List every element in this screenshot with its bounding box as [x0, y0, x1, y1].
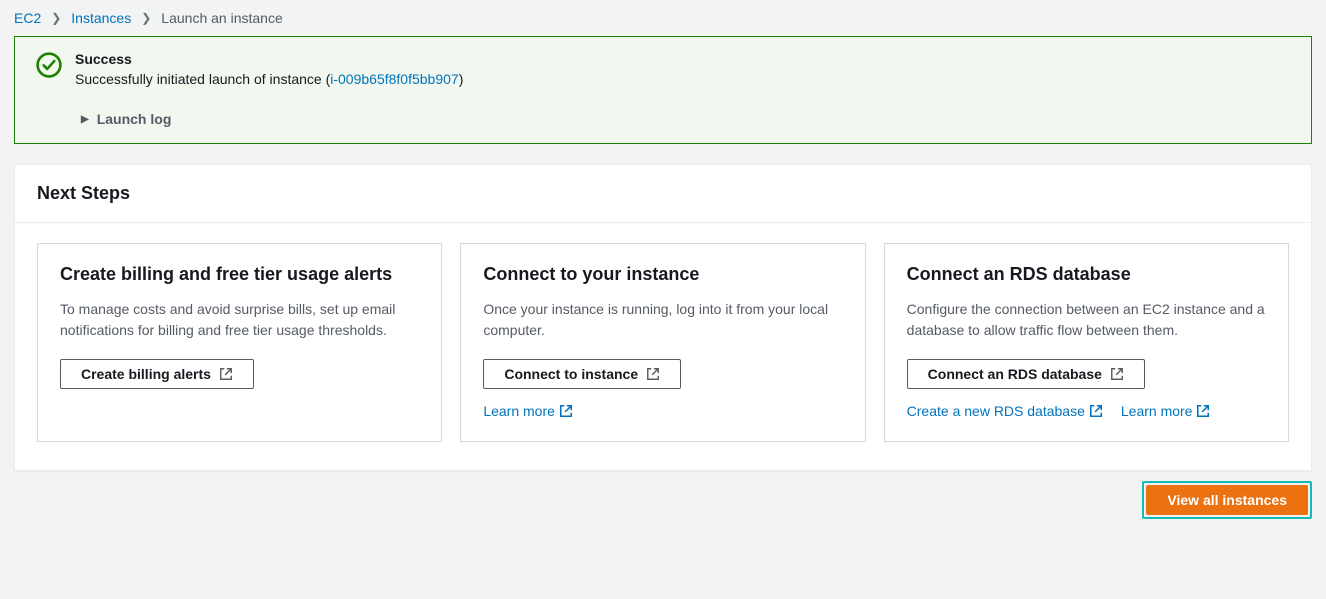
alert-message-suffix: ) [459, 71, 464, 87]
next-steps-panel: Next Steps Create billing and free tier … [14, 164, 1312, 471]
card-connect-rds: Connect an RDS database Configure the co… [884, 243, 1289, 442]
create-new-rds-link[interactable]: Create a new RDS database [907, 403, 1103, 419]
card-desc: Configure the connection between an EC2 … [907, 299, 1266, 341]
external-link-icon [646, 367, 660, 381]
alert-message: Successfully initiated launch of instanc… [75, 71, 463, 87]
button-label: Create billing alerts [81, 366, 211, 382]
caret-right-icon: ▶ [81, 114, 89, 125]
alert-title: Success [75, 51, 463, 67]
card-connect-instance: Connect to your instance Once your insta… [460, 243, 865, 442]
chevron-right-icon: ❯ [51, 11, 61, 25]
card-title: Connect an RDS database [907, 264, 1266, 285]
link-label: Learn more [1121, 403, 1193, 419]
create-billing-alerts-button[interactable]: Create billing alerts [60, 359, 254, 389]
breadcrumb-current: Launch an instance [161, 10, 282, 26]
launch-log-label: Launch log [97, 111, 172, 127]
connect-to-instance-button[interactable]: Connect to instance [483, 359, 681, 389]
breadcrumb-ec2[interactable]: EC2 [14, 10, 41, 26]
external-link-icon [1089, 404, 1103, 418]
alert-message-prefix: Successfully initiated launch of instanc… [75, 71, 330, 87]
success-alert: Success Successfully initiated launch of… [14, 36, 1312, 144]
view-all-instances-focus-ring: View all instances [1142, 481, 1312, 519]
chevron-right-icon: ❯ [141, 11, 151, 25]
external-link-icon [559, 404, 573, 418]
next-steps-heading: Next Steps [15, 165, 1311, 223]
card-desc: To manage costs and avoid surprise bills… [60, 299, 419, 341]
breadcrumb-instances[interactable]: Instances [71, 10, 131, 26]
link-label: Create a new RDS database [907, 403, 1085, 419]
view-all-instances-button[interactable]: View all instances [1146, 485, 1308, 515]
learn-more-link[interactable]: Learn more [1121, 403, 1211, 419]
button-label: Connect to instance [504, 366, 638, 382]
breadcrumb: EC2 ❯ Instances ❯ Launch an instance [14, 8, 1312, 36]
card-desc: Once your instance is running, log into … [483, 299, 842, 341]
button-label: Connect an RDS database [928, 366, 1102, 382]
external-link-icon [1196, 404, 1210, 418]
connect-rds-database-button[interactable]: Connect an RDS database [907, 359, 1145, 389]
card-billing-alerts: Create billing and free tier usage alert… [37, 243, 442, 442]
card-title: Create billing and free tier usage alert… [60, 264, 419, 285]
success-check-icon [35, 51, 63, 82]
instance-id-link[interactable]: i-009b65f8f0f5bb907 [330, 71, 458, 87]
card-title: Connect to your instance [483, 264, 842, 285]
learn-more-link[interactable]: Learn more [483, 403, 573, 419]
external-link-icon [1110, 367, 1124, 381]
launch-log-toggle[interactable]: ▶ Launch log [81, 111, 1291, 127]
link-label: Learn more [483, 403, 555, 419]
external-link-icon [219, 367, 233, 381]
